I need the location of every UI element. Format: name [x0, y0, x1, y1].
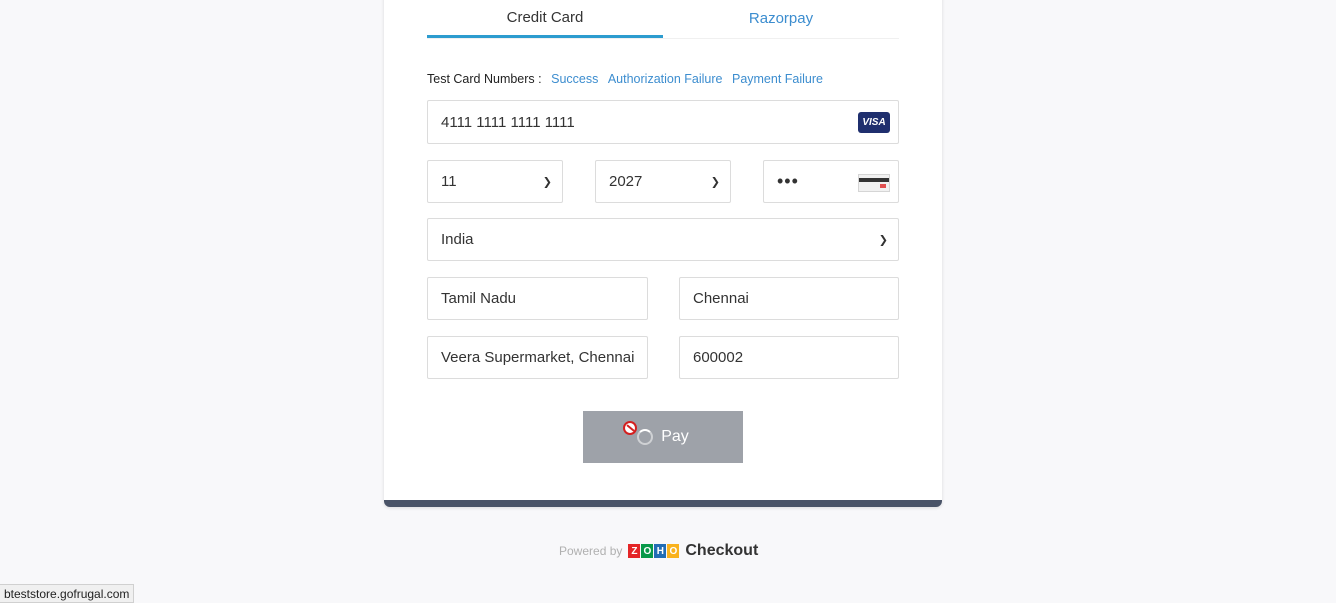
pay-button[interactable]: Pay: [583, 411, 743, 463]
card-back-icon: [858, 174, 890, 192]
exp-year-select[interactable]: 2027 ❯: [595, 160, 731, 203]
country-value: India: [441, 231, 474, 248]
test-card-payment-failure-link[interactable]: Payment Failure: [732, 72, 823, 86]
powered-by-zoho: Powered by Z O H O Checkout: [559, 542, 758, 560]
powered-by-label: Powered by: [559, 544, 623, 558]
cvv-field[interactable]: •••: [763, 160, 899, 203]
test-card-label: Test Card Numbers :: [427, 72, 542, 86]
state-value: Tamil Nadu: [441, 290, 517, 307]
visa-icon: VISA: [858, 112, 890, 133]
country-select[interactable]: India ❯: [427, 218, 899, 261]
chevron-down-icon: ❯: [710, 176, 720, 188]
pay-label: Pay: [661, 428, 689, 445]
zip-field[interactable]: 600002: [679, 336, 899, 379]
test-card-auth-failure-link[interactable]: Authorization Failure: [608, 72, 723, 86]
payment-card: Credit Card Razorpay Test Card Numbers :…: [384, 0, 942, 507]
cvv-value: •••: [777, 171, 799, 191]
status-bar-url: bteststore.gofrugal.com: [0, 584, 135, 603]
tab-razorpay[interactable]: Razorpay: [663, 0, 899, 36]
exp-month-select[interactable]: 11 ❯: [427, 160, 563, 203]
card-number-value: 4111 1111 1111 1111: [441, 113, 575, 131]
payment-tabs: Credit Card Razorpay: [427, 0, 899, 39]
chevron-down-icon: ❯: [878, 234, 888, 246]
zoho-logo: Z O H O: [628, 544, 680, 558]
city-value: Chennai: [693, 290, 749, 307]
tab-credit-card[interactable]: Credit Card: [427, 0, 663, 38]
exp-month-value: 11: [441, 173, 457, 190]
not-allowed-cursor-icon: [623, 421, 637, 435]
street-value: Veera Supermarket, Chennai: [441, 349, 634, 366]
state-field[interactable]: Tamil Nadu: [427, 277, 648, 320]
card-number-field[interactable]: 4111 1111 1111 1111 VISA: [427, 100, 899, 144]
test-card-numbers: Test Card Numbers : Success Authorizatio…: [427, 72, 823, 86]
test-card-success-link[interactable]: Success: [551, 72, 598, 86]
chevron-down-icon: ❯: [542, 176, 552, 188]
loading-spinner-icon: [637, 429, 654, 445]
checkout-label: Checkout: [685, 542, 759, 559]
city-field[interactable]: Chennai: [679, 277, 899, 320]
street-field[interactable]: Veera Supermarket, Chennai: [427, 336, 648, 379]
exp-year-value: 2027: [609, 173, 643, 190]
zip-value: 600002: [693, 349, 744, 366]
